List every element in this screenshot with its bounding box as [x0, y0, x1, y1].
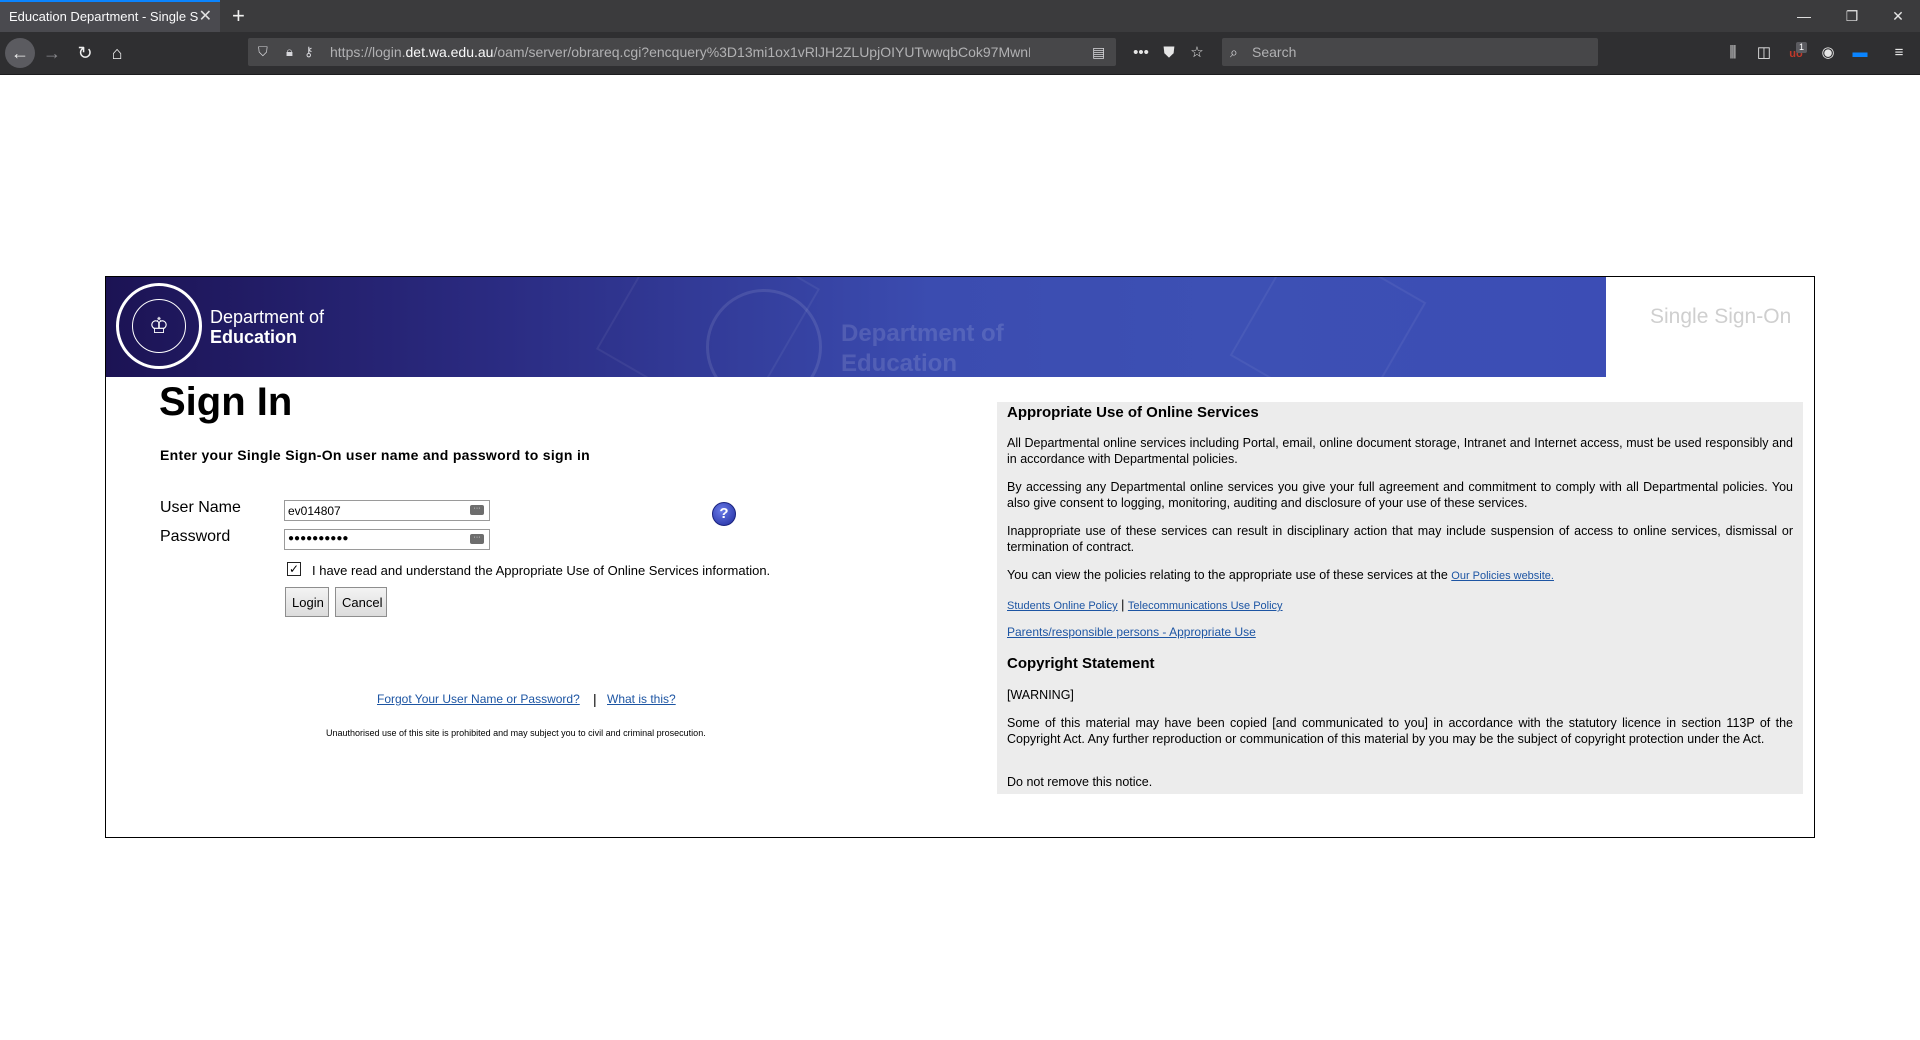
sidebar-icon[interactable]: ◫ — [1750, 38, 1778, 68]
ublock-icon[interactable]: uo 1 — [1782, 38, 1810, 68]
new-tab-icon[interactable]: + — [232, 2, 245, 30]
reader-view-icon[interactable]: ▤ — [1092, 38, 1105, 66]
copyright-paragraph: Some of this material may have been copi… — [1007, 716, 1793, 746]
close-icon[interactable]: ✕ — [199, 2, 212, 32]
account-icon[interactable]: ◉ — [1814, 38, 1842, 68]
search-input[interactable]: Search — [1252, 38, 1296, 66]
login-button[interactable]: Login — [285, 587, 329, 617]
library-icon[interactable]: ⫼ — [1719, 38, 1747, 68]
search-bar[interactable]: ⌕ Search — [1222, 38, 1598, 66]
crest-shield-icon: ♔ — [132, 299, 186, 353]
keyboard-icon[interactable]: ··· — [470, 505, 484, 515]
bookmark-star-icon[interactable]: ☆ — [1183, 38, 1211, 68]
agreement-checkbox[interactable]: ✓ — [287, 562, 301, 576]
notice-text: Do not remove this notice. — [1007, 775, 1153, 789]
minimize-icon[interactable]: — — [1784, 0, 1824, 32]
banner-pattern — [1229, 277, 1427, 377]
parents-appropriate-use-link[interactable]: Parents/responsible persons - Appropriat… — [1007, 625, 1256, 639]
policy-paragraph: All Departmental online services includi… — [1007, 436, 1793, 466]
password-label: Password — [160, 528, 231, 545]
agreement-checkbox-label: I have read and understand the Appropria… — [312, 563, 771, 578]
policy-paragraph: You can view the policies relating to th… — [1007, 568, 1554, 582]
password-manager-icon[interactable]: ▬ — [1846, 38, 1874, 68]
warning-label: [WARNING] — [1007, 688, 1074, 702]
shield-icon[interactable]: ⛉ — [258, 38, 268, 66]
what-is-this-link[interactable]: What is this? — [607, 692, 676, 706]
reload-icon[interactable]: ↻ — [70, 38, 100, 68]
home-icon[interactable]: ⌂ — [102, 38, 132, 68]
link-separator: | — [593, 691, 597, 707]
pocket-icon[interactable]: ⛊ — [1155, 38, 1183, 68]
key-icon[interactable]: ⚷ — [304, 38, 314, 66]
policy-paragraph: By accessing any Departmental online ser… — [1007, 480, 1793, 510]
policy-links: Parents/responsible persons - Appropriat… — [1007, 624, 1793, 640]
address-bar[interactable]: ⛉ 🔒︎ ⚷ https://login.det.wa.edu.au/oam/s… — [248, 38, 1116, 66]
page-title: Sign In — [159, 380, 293, 424]
students-online-policy-link[interactable]: Students Online Policy — [1007, 600, 1118, 612]
url-text[interactable]: https://login.det.wa.edu.au/oam/server/o… — [330, 38, 1030, 66]
menu-icon[interactable]: ≡ — [1885, 38, 1913, 68]
forward-arrow-icon[interactable]: → — [37, 38, 67, 68]
window-close-icon[interactable]: ✕ — [1878, 0, 1918, 32]
restore-icon[interactable]: ❐ — [1832, 0, 1872, 32]
telecommunications-policy-link[interactable]: Telecommunications Use Policy — [1128, 600, 1283, 612]
header-banner: Department of Education ♔ Department of E… — [106, 277, 1606, 377]
unauthorised-use-notice: Unauthorised use of this site is prohibi… — [326, 728, 706, 738]
appropriate-use-panel: Appropriate Use of Online Services All D… — [997, 402, 1803, 794]
department-logo-text: Department of Education — [210, 307, 325, 347]
tab-bar: Education Department - Single Sign ✕ + —… — [0, 0, 1920, 32]
back-arrow-icon[interactable]: ← — [5, 38, 35, 68]
password-input[interactable]: ●●●●●●●●●● — [284, 529, 490, 550]
navigation-toolbar: ← → ↻ ⌂ ⛉ 🔒︎ ⚷ https://login.det.wa.edu.… — [0, 32, 1920, 75]
forgot-credentials-link[interactable]: Forgot Your User Name or Password? — [377, 692, 580, 706]
lock-icon[interactable]: 🔒︎ — [286, 38, 293, 66]
sign-in-instructions: Enter your Single Sign-On user name and … — [160, 447, 590, 463]
username-label: User Name — [160, 499, 241, 516]
tab-title: Education Department - Single Sign — [9, 9, 199, 24]
more-actions-icon[interactable]: ••• — [1127, 38, 1155, 68]
policy-links: Students Online Policy | Telecommunicati… — [1007, 598, 1283, 612]
policy-paragraph: Inappropriate use of these services can … — [1007, 524, 1793, 554]
sign-in-frame: Department of Education ♔ Department of E… — [105, 276, 1815, 838]
keyboard-icon[interactable]: ··· — [470, 534, 484, 544]
appropriate-use-heading: Appropriate Use of Online Services — [1007, 404, 1259, 421]
single-sign-on-label: Single Sign-On — [1650, 305, 1792, 328]
government-crest-logo: ♔ — [116, 283, 202, 369]
watermark-text: Department of Education — [841, 320, 1004, 377]
our-policies-link[interactable]: Our Policies website. — [1451, 570, 1554, 582]
copyright-heading: Copyright Statement — [1007, 655, 1155, 672]
tab-active[interactable]: Education Department - Single Sign ✕ — [0, 0, 220, 32]
search-icon: ⌕ — [1230, 44, 1238, 60]
help-icon[interactable]: ? — [712, 502, 736, 526]
cancel-button[interactable]: Cancel — [335, 587, 387, 617]
extension-badge: 1 — [1796, 42, 1808, 53]
username-input[interactable] — [284, 500, 490, 521]
